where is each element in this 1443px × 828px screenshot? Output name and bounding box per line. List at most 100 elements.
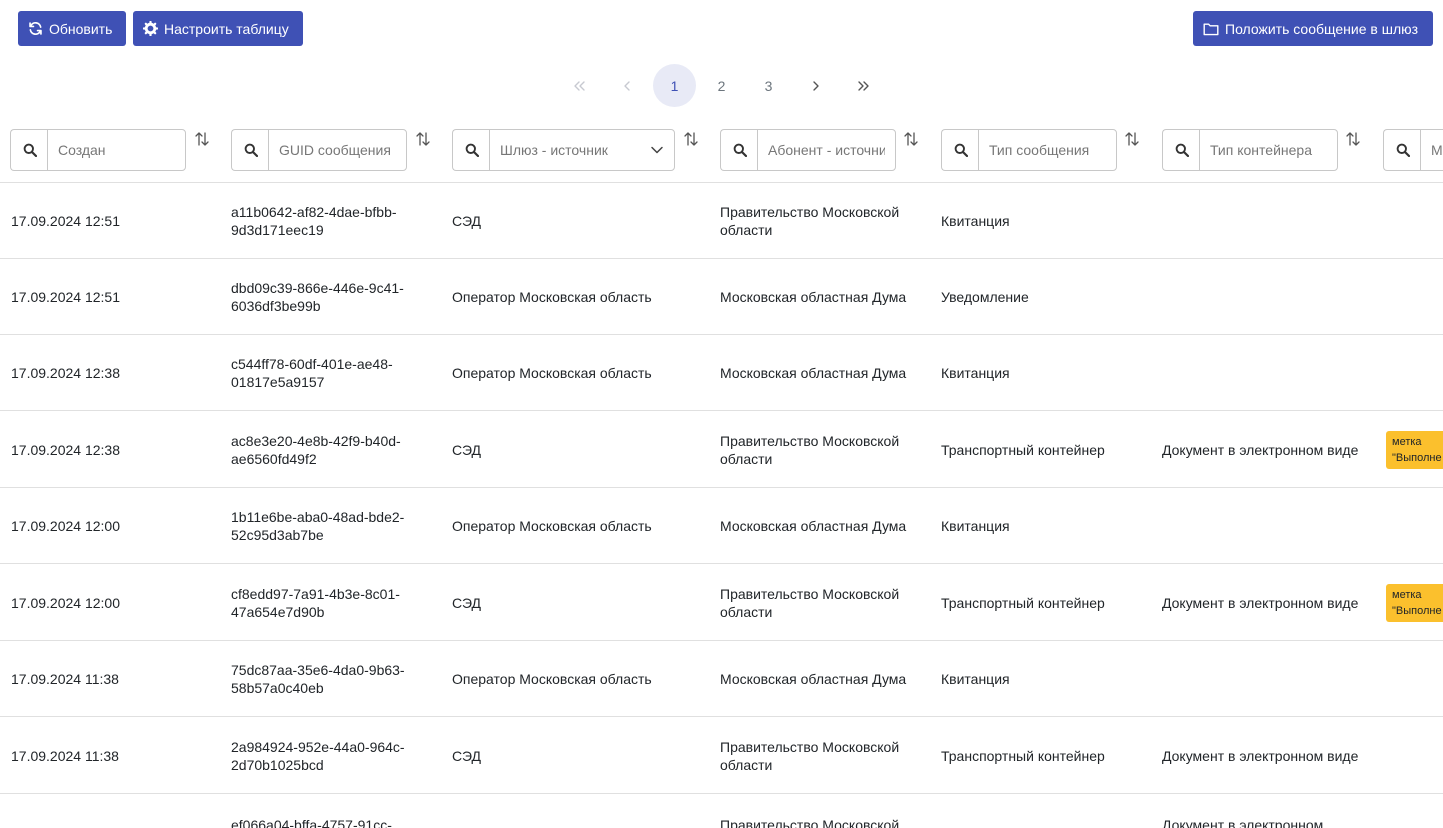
sort-gateway-button[interactable] (681, 129, 701, 149)
cell-container (1162, 335, 1362, 410)
pagination: 1 2 3 (0, 62, 1443, 108)
tag-badge[interactable]: метка "Выполне (1386, 583, 1443, 622)
filter-created-search-button[interactable] (10, 129, 48, 171)
cell-gateway: СЭД (452, 441, 482, 458)
filter-guid-search-button[interactable] (231, 129, 269, 171)
cell-container (1162, 259, 1362, 334)
filter-tags-search-button[interactable] (1383, 129, 1421, 171)
filter-guid-input[interactable] (268, 129, 407, 171)
cell-subscriber: Правительство Московской области (720, 203, 900, 238)
filter-created-input[interactable] (47, 129, 186, 171)
filter-msg-type (941, 129, 1117, 171)
cell-msg-type: Квитанция (941, 517, 1010, 534)
cell-msg-type: Квитанция (941, 212, 1010, 229)
refresh-label: Обновить (49, 20, 113, 37)
sort-arrows-icon (684, 132, 698, 146)
table-row[interactable]: 17.09.2024 12:51 a11b0642-af82-4dae-bfbb… (0, 183, 1443, 259)
cell-gateway: Оператор Московская область (452, 517, 652, 534)
refresh-button[interactable]: Обновить (18, 11, 126, 46)
search-icon (1396, 143, 1410, 157)
search-icon (23, 143, 37, 157)
cell-guid: 1b11e6be-aba0-48ad-bde2-52c95d3ab7be (231, 508, 405, 543)
filter-gateway-select[interactable]: Шлюз - источник (489, 129, 675, 171)
cell-msg-type: Уведомление (941, 288, 1029, 305)
gear-icon (143, 21, 158, 36)
filter-msg-type-search-button[interactable] (941, 129, 979, 171)
double-chevron-left-icon (573, 80, 585, 91)
cell-subscriber: Московская областная Дума (720, 288, 907, 305)
cell-created: 17.09.2024 12:51 (11, 288, 120, 305)
filter-tags-input[interactable] (1420, 129, 1443, 171)
cell-tags: метка "Выполне (1386, 565, 1443, 640)
cell-container: Документ в электронном виде (1162, 747, 1359, 764)
cell-guid: 75dc87aa-35e6-4da0-9b63-58b57a0c40eb (231, 661, 405, 696)
put-message-label: Положить сообщение в шлюз (1225, 20, 1419, 37)
sort-container-type-button[interactable] (1343, 129, 1363, 149)
table-row[interactable]: 17.09.2024 12:00 cf8edd97-7a91-4b3e-8c01… (0, 565, 1443, 641)
table-row[interactable]: 17.09.2024 12:51 dbd09c39-866e-446e-9c41… (0, 259, 1443, 335)
table-row[interactable]: ef066a04-bffa-4757-91cc- Правительство М… (0, 794, 1443, 828)
next-page-button[interactable] (794, 64, 837, 107)
cell-created: 17.09.2024 11:38 (11, 747, 119, 764)
sort-created-button[interactable] (192, 129, 212, 149)
search-icon (1175, 143, 1189, 157)
filter-container-type-input[interactable] (1199, 129, 1338, 171)
page-2-button[interactable]: 2 (700, 64, 743, 107)
configure-table-button[interactable]: Настроить таблицу (133, 11, 303, 46)
cell-container (1162, 488, 1362, 563)
sort-arrows-icon (416, 132, 430, 146)
folder-icon (1203, 22, 1219, 36)
cell-guid: c544ff78-60df-401e-ae48-01817e5a9157 (231, 355, 393, 390)
cell-container: Документ в электронном виде (1162, 441, 1359, 458)
sort-msg-type-button[interactable] (1122, 129, 1142, 149)
filter-subscriber-input[interactable] (757, 129, 896, 171)
cell-created: 17.09.2024 12:51 (11, 212, 120, 229)
cell-msg-type (941, 794, 1141, 816)
table-row[interactable]: 17.09.2024 11:38 75dc87aa-35e6-4da0-9b63… (0, 641, 1443, 717)
toolbar: Обновить Настроить таблицу Положить сооб… (0, 0, 1443, 56)
filter-guid (231, 129, 407, 171)
cell-msg-type: Квитанция (941, 364, 1010, 381)
filter-created (10, 129, 186, 171)
filter-container-type-search-button[interactable] (1162, 129, 1200, 171)
search-icon (954, 143, 968, 157)
last-page-button[interactable] (841, 64, 884, 107)
filter-gateway-search-button[interactable] (452, 129, 490, 171)
sort-subscriber-button[interactable] (901, 129, 921, 149)
table-row[interactable]: 17.09.2024 12:38 ac8e3e20-4e8b-42f9-b40d… (0, 412, 1443, 488)
cell-gateway: Оператор Московская область (452, 670, 652, 687)
cell-created: 17.09.2024 11:38 (11, 670, 119, 687)
tag-badge[interactable]: метка "Выполне (1386, 430, 1443, 469)
prev-page-button[interactable] (605, 64, 648, 107)
sort-guid-button[interactable] (413, 129, 433, 149)
page-3-button[interactable]: 3 (747, 64, 790, 107)
cell-tags: метка "Выполне (1386, 412, 1443, 487)
cell-gateway (452, 794, 702, 816)
cell-gateway: Оператор Московская область (452, 288, 652, 305)
cell-created: 17.09.2024 12:00 (11, 594, 120, 611)
cell-msg-type: Транспортный контейнер (941, 747, 1105, 764)
filter-msg-type-input[interactable] (978, 129, 1117, 171)
filter-gateway-placeholder: Шлюз - источник (500, 142, 608, 158)
cell-guid: cf8edd97-7a91-4b3e-8c01-47a654e7d90b (231, 585, 400, 620)
cell-container: Документ в электронном (1162, 817, 1324, 828)
table-filter-row: Шлюз - источник (0, 118, 1443, 183)
table-row[interactable]: 17.09.2024 12:00 1b11e6be-aba0-48ad-bde2… (0, 488, 1443, 564)
filter-container-type (1162, 129, 1338, 171)
cell-subscriber: Правительство Московской области (720, 432, 900, 467)
cell-created: 17.09.2024 12:38 (11, 364, 120, 381)
cell-subscriber: Московская областная Дума (720, 364, 907, 381)
search-icon (733, 143, 747, 157)
table-row[interactable]: 17.09.2024 11:38 2a984924-952e-44a0-964c… (0, 718, 1443, 794)
cell-subscriber: Правительство Московской области (720, 738, 900, 773)
filter-subscriber-search-button[interactable] (720, 129, 758, 171)
table-row[interactable]: 17.09.2024 12:38 c544ff78-60df-401e-ae48… (0, 335, 1443, 411)
cell-msg-type: Транспортный контейнер (941, 441, 1105, 458)
sort-arrows-icon (904, 132, 918, 146)
put-message-button[interactable]: Положить сообщение в шлюз (1193, 11, 1433, 46)
refresh-icon (28, 21, 43, 36)
cell-container (1162, 183, 1362, 258)
chevron-left-icon (623, 80, 630, 91)
first-page-button[interactable] (558, 64, 601, 107)
page-1-button[interactable]: 1 (653, 64, 696, 107)
